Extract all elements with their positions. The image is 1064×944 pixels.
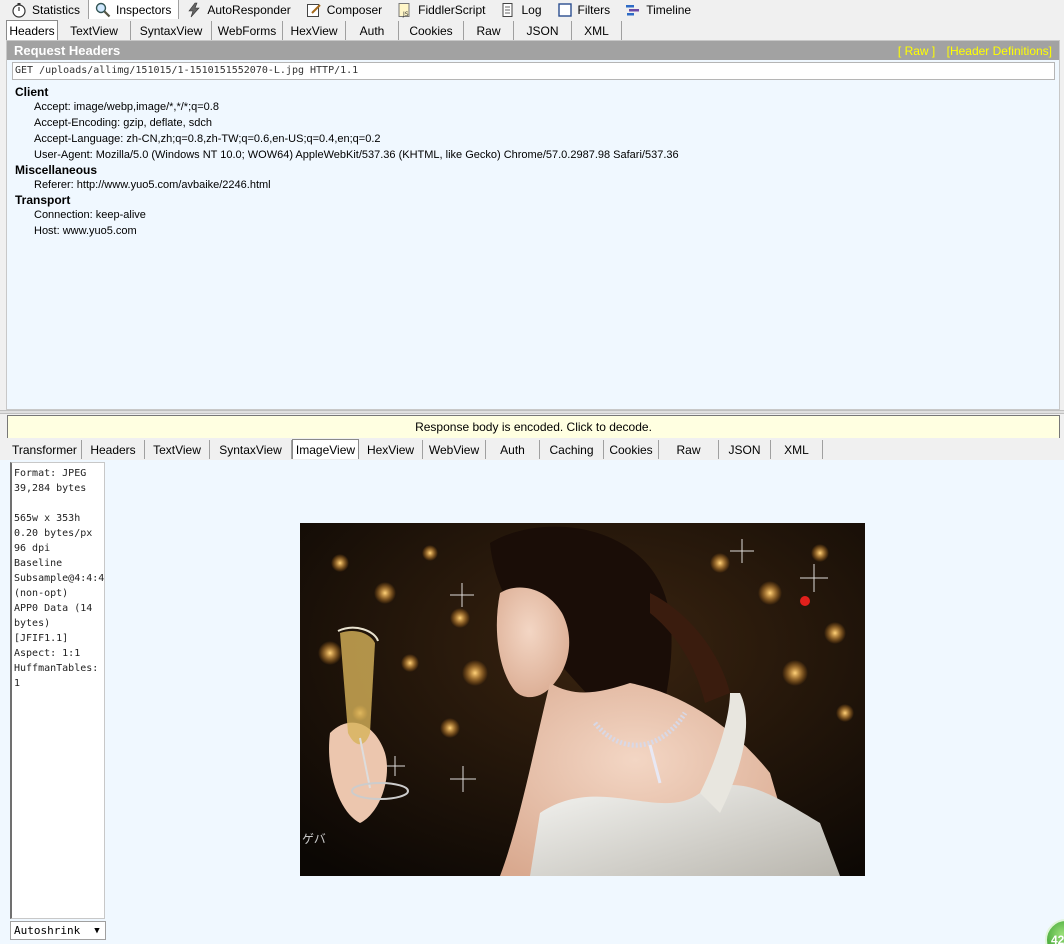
tab-fiddlerscript[interactable]: JS FiddlerScript: [390, 0, 493, 19]
tab-label: AutoResponder: [207, 3, 291, 17]
request-tab-xml[interactable]: XML: [572, 21, 622, 40]
response-tab-cookies[interactable]: Cookies: [604, 440, 659, 459]
tab-label: Log: [521, 3, 542, 17]
image-info-line: bytes): [14, 618, 51, 629]
image-info-line: 39,284 bytes: [14, 483, 87, 494]
image-info-line: Aspect: 1:1: [14, 648, 81, 659]
svg-text:JS: JS: [402, 11, 409, 18]
photo-illustration: ゲバ: [300, 523, 865, 876]
header-item[interactable]: User-Agent: Mozilla/5.0 (Windows NT 10.0…: [34, 147, 1059, 163]
tab-composer[interactable]: Composer: [299, 0, 390, 19]
main-tab-strip: Statistics Inspectors AutoResponder Comp…: [0, 0, 1064, 20]
header-links: [ Raw ] [Header Definitions]: [890, 44, 1052, 58]
tab-autoresponder[interactable]: AutoResponder: [179, 0, 298, 19]
magnifier-icon: [95, 2, 111, 18]
request-line[interactable]: GET /uploads/allimg/151015/1-15101515520…: [12, 62, 1055, 80]
fiddler-window: Statistics Inspectors AutoResponder Comp…: [0, 0, 1064, 944]
response-tab-json[interactable]: JSON: [719, 440, 771, 459]
header-item[interactable]: Connection: keep-alive: [34, 207, 1059, 223]
response-tab-textview[interactable]: TextView: [145, 440, 210, 459]
request-tab-syntaxview[interactable]: SyntaxView: [131, 21, 212, 40]
request-tab-textview[interactable]: TextView: [58, 21, 131, 40]
request-tab-headers[interactable]: Headers: [6, 20, 58, 40]
image-info-line: 96 dpi: [14, 543, 51, 554]
request-tab-hexview[interactable]: HexView: [283, 21, 346, 40]
tab-inspectors[interactable]: Inspectors: [88, 0, 180, 20]
decoded-image: ゲバ: [300, 523, 865, 876]
request-tab-strip: Headers TextView SyntaxView WebForms Hex…: [0, 19, 1064, 40]
raw-link[interactable]: [ Raw ]: [898, 44, 935, 58]
response-tab-hexview[interactable]: HexView: [359, 440, 423, 459]
image-info-line: (non-opt): [14, 588, 69, 599]
request-tab-auth[interactable]: Auth: [346, 21, 399, 40]
response-tab-xml[interactable]: XML: [771, 440, 823, 459]
decode-banner[interactable]: Response body is encoded. Click to decod…: [7, 415, 1060, 439]
header-item[interactable]: Accept-Encoding: gzip, deflate, sdch: [34, 115, 1059, 131]
image-view-panel: Format: JPEG 39,284 bytes 565w x 353h 0.20 …: [0, 460, 1064, 944]
lightning-icon: [186, 2, 202, 18]
header-item[interactable]: Accept: image/webp,image/*,*/*;q=0.8: [34, 99, 1059, 115]
response-tab-strip: Transformer Headers TextView SyntaxView …: [0, 438, 1064, 459]
script-icon: JS: [397, 2, 413, 18]
tab-label: Composer: [326, 3, 383, 17]
request-tab-cookies[interactable]: Cookies: [399, 21, 464, 40]
stopwatch-icon: [11, 2, 27, 18]
request-headers-panel: Request Headers [ Raw ] [Header Definiti…: [6, 40, 1060, 410]
header-item[interactable]: Referer: http://www.yuo5.com/avbaike/224…: [34, 177, 1059, 193]
response-tab-caching[interactable]: Caching: [540, 440, 604, 459]
response-tab-syntaxview[interactable]: SyntaxView: [210, 440, 292, 459]
image-info-line: 565w x 353h: [14, 513, 81, 524]
tab-label: FiddlerScript: [418, 3, 486, 17]
tab-log[interactable]: Log: [493, 0, 549, 19]
image-info-line: HuffmanTables:: [14, 663, 99, 674]
image-info-line: Format: JPEG: [14, 468, 87, 479]
response-tab-imageview[interactable]: ImageView: [292, 439, 359, 459]
header-group-transport[interactable]: Transport: [15, 193, 1059, 207]
log-icon: [500, 2, 516, 18]
notification-badge[interactable]: 42: [1045, 919, 1064, 944]
request-tab-raw[interactable]: Raw: [464, 21, 514, 40]
image-info-line: Baseline: [14, 558, 63, 569]
response-tab-headers[interactable]: Headers: [82, 440, 145, 459]
request-tab-webforms[interactable]: WebForms: [212, 21, 283, 40]
autoshrink-label: Autoshrink: [14, 924, 81, 937]
header-item[interactable]: Host: www.yuo5.com: [34, 223, 1059, 239]
image-info-line: [14, 496, 104, 511]
tab-statistics[interactable]: Statistics: [4, 0, 88, 19]
image-info-line: [JFIF1.1]: [14, 633, 69, 644]
header-group-client[interactable]: Client: [15, 85, 1059, 99]
image-info-line: APP0 Data (14: [14, 603, 93, 614]
tab-timeline[interactable]: Timeline: [618, 0, 699, 19]
image-info-line: Subsample@4:4:4: [14, 573, 105, 584]
response-tab-auth[interactable]: Auth: [486, 440, 540, 459]
photo-watermark: ゲバ: [302, 832, 326, 846]
response-tab-webview[interactable]: WebView: [423, 440, 486, 459]
tab-filters[interactable]: Filters: [550, 0, 619, 19]
tab-label: Inspectors: [116, 3, 172, 17]
tab-label: Filters: [577, 3, 611, 17]
image-info-line: 0.20 bytes/px: [14, 528, 93, 539]
header-group-miscellaneous[interactable]: Miscellaneous: [15, 163, 1059, 177]
response-tab-transformer[interactable]: Transformer: [4, 440, 82, 459]
panel-splitter[interactable]: [0, 410, 1064, 414]
autoshrink-dropdown[interactable]: Autoshrink ▼: [10, 921, 106, 940]
request-tab-json[interactable]: JSON: [514, 21, 572, 40]
checkbox-icon: [557, 2, 573, 18]
request-headers-title: Request Headers: [14, 43, 121, 58]
tab-label: Timeline: [646, 3, 692, 17]
chevron-down-icon: ▼: [94, 926, 100, 936]
image-info-box[interactable]: Format: JPEG 39,284 bytes 565w x 353h 0.20 …: [10, 462, 105, 919]
timeline-icon: [625, 2, 641, 18]
header-item[interactable]: Accept-Language: zh-CN,zh;q=0.8,zh-TW;q=…: [34, 131, 1059, 147]
request-headers-title-bar: Request Headers [ Raw ] [Header Definiti…: [7, 41, 1059, 60]
header-definitions-link[interactable]: [Header Definitions]: [947, 44, 1052, 58]
image-info-line: 1: [14, 678, 21, 689]
compose-icon: [306, 2, 322, 18]
response-tab-raw[interactable]: Raw: [659, 440, 719, 459]
tab-label: Statistics: [32, 3, 81, 17]
